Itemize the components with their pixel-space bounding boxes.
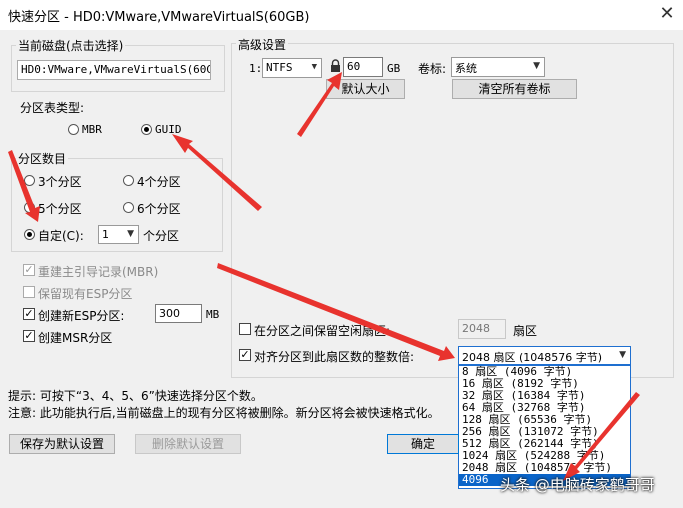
- arrow-to-size-field: [297, 72, 342, 137]
- annotation-arrows: [8, 72, 640, 481]
- arrow-to-dropdown: [563, 392, 640, 481]
- watermark-text: 头条 @电脑砖家鹤哥哥: [500, 476, 655, 494]
- arrow-to-align: [217, 263, 455, 361]
- arrow-to-guid: [172, 134, 262, 211]
- arrow-to-custom: [8, 150, 40, 222]
